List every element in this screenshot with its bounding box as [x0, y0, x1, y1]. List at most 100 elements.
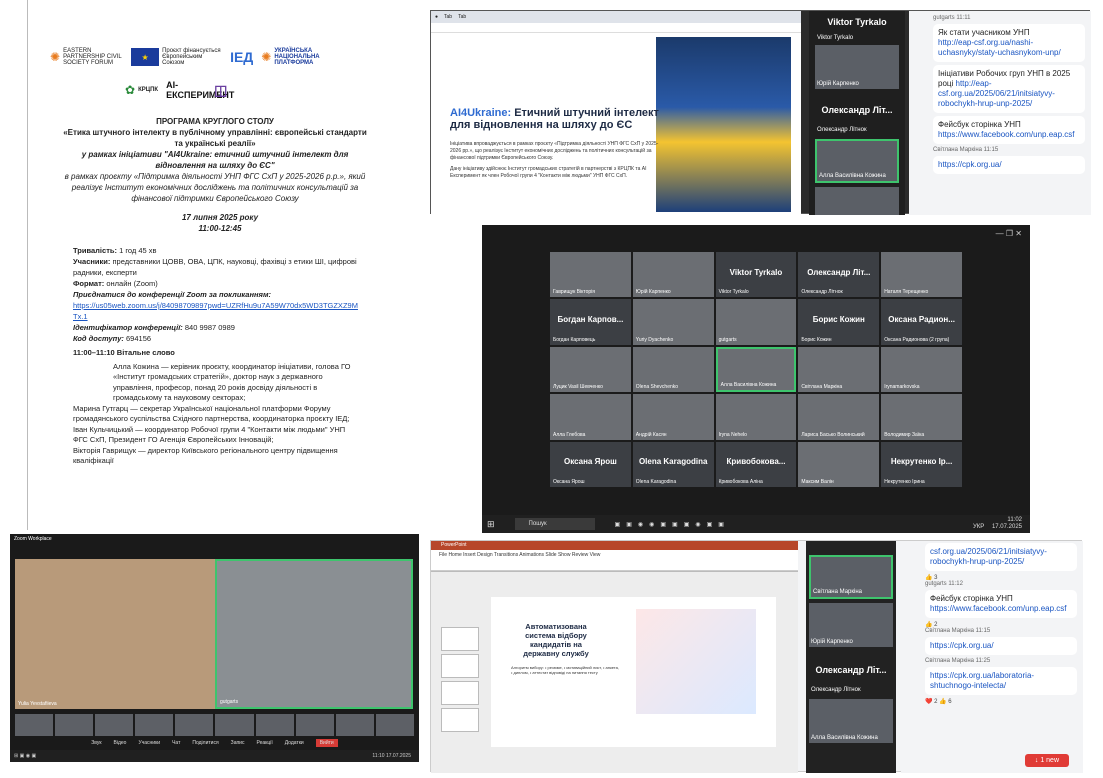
video-tile[interactable]: Наталя Терещенко — [881, 252, 962, 298]
duration-label: Тривалість: — [73, 246, 117, 255]
video-tile[interactable]: Алла Василівна Кожина — [815, 139, 899, 183]
video-tile[interactable]: Алла Василівна Кожина — [715, 346, 797, 393]
video-tile[interactable]: Кривобокова... Кривобокова Аліна — [715, 441, 797, 487]
slide-title-a: AI4Ukraine: — [450, 107, 512, 119]
video-tile[interactable]: Olena Karagodina Olena Karagodina — [632, 441, 714, 487]
video-tile[interactable]: Некрутенко Ір... Некрутенко Ірина — [881, 441, 962, 487]
participants-button[interactable]: Учасники — [138, 740, 160, 746]
video-button[interactable]: Відео — [114, 740, 127, 746]
share-button[interactable]: Поділитися — [192, 740, 218, 746]
event-info: Тривалість: 1 год 45 хв Учасники: предст… — [73, 245, 358, 344]
video-tile[interactable]: Олександр Літ... Олександр Літнок — [798, 252, 880, 298]
ribbon-menu[interactable]: File Home Insert Design Transitions Anim… — [431, 550, 798, 560]
slide-thumb[interactable] — [441, 681, 479, 705]
clock-time: 11:10 — [372, 753, 385, 759]
video-tile[interactable]: Алла Глебова — [550, 394, 631, 440]
chat-message: csf.org.ua/2025/06/21/initsiatyvy-roboch… — [925, 543, 1077, 571]
chat-link[interactable]: https://cpk.org.ua/ — [938, 160, 1002, 169]
reaction-count[interactable]: 👍 2 — [925, 621, 1083, 628]
reactions-button[interactable]: Реакції — [256, 740, 272, 746]
zoom-link[interactable]: https://us05web.zoom.us/j/84098709897pwd… — [73, 300, 358, 322]
video-tile[interactable]: Оксана Радион... Оксана Радионова (2 груп… — [881, 299, 962, 345]
leave-button[interactable]: Вийти — [315, 739, 338, 747]
video-tile[interactable]: Юрій Карпенко — [815, 45, 899, 89]
video-tile[interactable]: Олександр Літ... Олександр Літнок — [815, 91, 899, 135]
chat-link[interactable]: https://www.facebook.com/unp.eap.csf — [930, 604, 1067, 613]
video-tile[interactable]: Irynamarkovska — [881, 346, 962, 393]
duration-value: 1 год 45 хв — [119, 246, 157, 255]
taskbar-app-icons[interactable]: ▣▣◉◉▣▣▣◉▣▣ — [615, 521, 730, 528]
partner-logos-row-1: ✺ EASTERN PARTNERSHIP CIVIL SOCIETY FORUM… — [50, 48, 344, 66]
video-tile[interactable]: gutgarts — [215, 559, 413, 709]
video-tile[interactable]: Юрій Карпенко — [809, 603, 893, 647]
video-tile[interactable]: Olena Shevchenko — [632, 346, 714, 393]
chat-button[interactable]: Чат — [172, 740, 180, 746]
slide-thumbnails — [441, 627, 481, 772]
chat-link[interactable]: http://eap-csf.org.ua/2025/06/21/initsia… — [938, 79, 1055, 108]
video-tile[interactable]: Yulia Yevstafiieva — [15, 559, 215, 709]
video-tile[interactable]: Viktor Tyrkalo — [815, 31, 899, 43]
chat-link[interactable]: csf.org.ua/2025/06/21/initsiatyvy-roboch… — [930, 547, 1047, 566]
tile-label: Viktor Tyrkalo — [718, 289, 749, 296]
slide-thumb[interactable] — [441, 708, 479, 732]
video-tile[interactable]: Володимир Заїка — [881, 394, 962, 440]
window-controls[interactable]: — ❐ ✕ — [996, 229, 1022, 238]
reaction-count[interactable]: 👍 3 — [925, 574, 1083, 581]
video-thumb[interactable] — [135, 714, 174, 736]
video-tile[interactable] — [815, 187, 899, 215]
chat-link[interactable]: https://cpk.org.ua/ — [930, 641, 994, 650]
video-thumb[interactable] — [55, 714, 94, 736]
slide-thumb[interactable] — [441, 654, 479, 678]
chat-link[interactable]: https://www.facebook.com/unp.eap.csf — [938, 130, 1075, 139]
mute-button[interactable]: Звук — [91, 740, 101, 746]
video-tile[interactable]: Гаврищук Вікторія — [550, 252, 631, 298]
slide-thumb[interactable] — [441, 627, 479, 651]
video-tile[interactable]: Лариса Басько Волинський — [798, 394, 880, 440]
video-tile[interactable]: Олександр Літ... Олександр Літнок — [809, 651, 893, 695]
windows-taskbar: ⊞ Пошук ▣▣◉◉▣▣▣◉▣▣ УКР 11:02 17.07.2025 — [482, 515, 1030, 533]
chat-link[interactable]: https://cpk.org.ua/laboratoria-shtuchnog… — [930, 671, 1034, 690]
event-date: 17 липня 2025 року 11:00-12:45 — [120, 212, 320, 234]
chat-text: Фейсбук сторінка УНП — [938, 120, 1021, 129]
krcpk-logo: ✿ КРЦПК — [125, 83, 159, 97]
video-thumb[interactable] — [335, 714, 374, 736]
new-messages-button[interactable]: ↓ 1 new — [1024, 754, 1069, 767]
video-tile[interactable]: Юрій Карпенко — [632, 252, 714, 298]
participants-label: Учасники: — [73, 257, 111, 266]
video-tile[interactable]: Луцик Vasil Шевченко — [550, 346, 631, 393]
video-tile[interactable]: Світлана Маркіна — [798, 346, 880, 393]
apps-button[interactable]: Додатки — [285, 740, 304, 746]
video-thumb[interactable] — [375, 714, 414, 736]
video-thumb[interactable] — [15, 714, 54, 736]
video-tile[interactable]: Максим Валін — [798, 441, 880, 487]
windows-start-icon[interactable]: ⊞ — [487, 519, 495, 530]
video-thumb[interactable] — [175, 714, 214, 736]
chat-link[interactable]: http://eap-csf.org.ua/nashi-uchasnyky/st… — [938, 38, 1061, 57]
video-tile[interactable]: Оксана Ярош Оксана Ярош — [550, 441, 631, 487]
tile-label: Лариса Басько Волинський — [801, 431, 865, 438]
video-thumb[interactable] — [215, 714, 254, 736]
video-tile[interactable]: Viktor Tyrkalo Viktor Tyrkalo — [715, 252, 797, 298]
windows-taskbar: ⊞ ▣ ◉ ▣ 11:10 17.07.2025 — [10, 750, 419, 762]
address-bar[interactable] — [431, 23, 801, 33]
video-tile[interactable]: Yuriy Dyachenko — [632, 299, 714, 345]
video-tile[interactable]: Борис Кожин Борис Кожин — [798, 299, 880, 345]
video-tile[interactable]: Алла Василівна Кожина — [809, 699, 893, 743]
video-tile[interactable]: Iryna Nehelo — [715, 394, 797, 440]
tile-label: Юрій Карпенко — [817, 81, 859, 87]
clock-date: 17.07.2025 — [991, 524, 1022, 530]
reaction-count[interactable]: ❤️ 2 👍 6 — [925, 698, 1083, 705]
video-tile[interactable]: gutgarts — [715, 299, 797, 345]
tile-label: gutgarts — [718, 336, 737, 343]
video-tile[interactable]: Світлана Маркіна — [809, 555, 893, 599]
video-thumb[interactable] — [95, 714, 134, 736]
video-tile[interactable]: Богдан Карпов... Богдан Карповець — [550, 299, 631, 345]
video-thumb[interactable] — [255, 714, 294, 736]
taskbar-search[interactable]: Пошук — [514, 518, 595, 530]
video-thumb[interactable] — [295, 714, 334, 736]
chat-message: Фейсбук сторінка УНП https://www.facebook… — [933, 116, 1085, 144]
video-tile[interactable]: Андрій Касян — [632, 394, 714, 440]
document-title: ПРОГРАМА КРУГЛОГО СТОЛУ «Етика штучного … — [60, 116, 370, 204]
eu-flag-icon: ★ — [131, 48, 160, 66]
record-button[interactable]: Запис — [231, 740, 245, 746]
